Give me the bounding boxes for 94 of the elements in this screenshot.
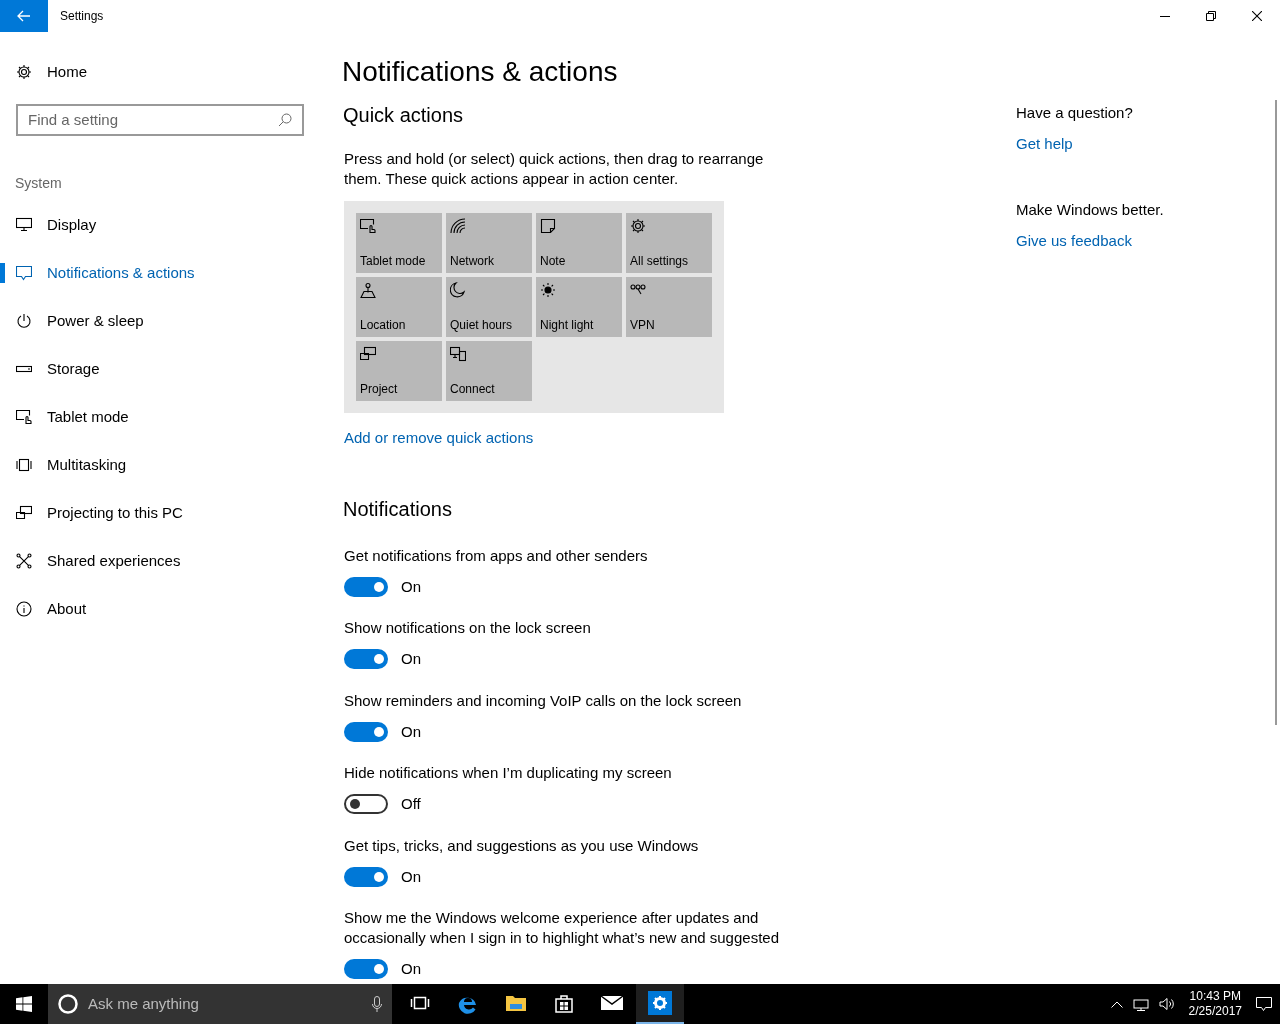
nav-item[interactable]: Multitasking	[0, 441, 320, 489]
quick-action-tile[interactable]: Note	[536, 213, 622, 273]
nav-item[interactable]: Shared experiences	[0, 537, 320, 585]
toggle-switch[interactable]	[344, 721, 388, 742]
windows-logo-icon	[16, 996, 32, 1012]
quick-action-tile[interactable]: VPN	[626, 277, 712, 337]
toggle-state: Off	[401, 794, 421, 814]
nav-item[interactable]: Storage	[0, 345, 320, 393]
projector-screens-icon	[360, 346, 376, 362]
multitasking-icon	[16, 457, 32, 473]
action-center-icon[interactable]	[1256, 996, 1272, 1012]
setting-label: Show me the Windows welcome experience after updates and occasionally when I sign in to highlight what’s new and suggested	[344, 908, 780, 948]
monitor-phone-icon	[450, 346, 466, 362]
tablet-touch-icon	[16, 409, 32, 425]
setting-label: Hide notifications when I’m duplicating my screen	[344, 763, 673, 783]
restore-icon	[1206, 11, 1216, 21]
quick-action-tile[interactable]: Project	[356, 341, 442, 401]
toggle-switch[interactable]	[344, 959, 388, 980]
toggle-switch[interactable]	[344, 649, 388, 670]
note-icon	[540, 218, 556, 234]
clock[interactable]: 10:43 PM 2/25/2017	[1184, 989, 1246, 1019]
toggle-state: On	[401, 866, 421, 887]
help-link[interactable]: Get help	[1016, 132, 1073, 155]
help-text: Have a question?	[1016, 103, 1133, 123]
nav-item[interactable]: Display	[0, 201, 320, 249]
quick-action-tile[interactable]: Network	[446, 213, 532, 273]
quick-action-tile[interactable]: Location	[356, 277, 442, 337]
section-heading: Quick actions	[343, 103, 465, 128]
selection-indicator	[0, 263, 5, 283]
help-link[interactable]: Give us feedback	[1016, 229, 1132, 252]
envelope-icon	[600, 995, 624, 1011]
tablet-touch-icon	[360, 218, 376, 234]
task-view-icon	[410, 995, 430, 1011]
network-icon[interactable]	[1132, 997, 1149, 1011]
gear-icon	[630, 218, 646, 234]
toggle-switch[interactable]	[344, 866, 388, 887]
setting-label: Show reminders and incoming VoIP calls on the lock screen	[344, 690, 743, 711]
cortana-search-field[interactable]: Ask me anything	[48, 984, 392, 1024]
moon-icon	[450, 282, 466, 298]
toggle-switch[interactable]	[344, 794, 388, 815]
window-title: Settings	[60, 8, 104, 25]
location-pin-icon	[360, 282, 376, 298]
nav-item[interactable]: Power & sleep	[0, 297, 320, 345]
description: Press and hold (or select) quick actions, then drag to rearrange them. These quick actions appear in action center.	[344, 149, 765, 189]
toggle-switch[interactable]	[344, 576, 388, 597]
section-heading: Notifications	[343, 496, 453, 522]
search-input[interactable]: Find a setting	[28, 108, 278, 132]
quick-action-tile[interactable]: All settings	[626, 213, 712, 273]
minimize-icon	[1160, 15, 1170, 17]
search-icon	[278, 113, 292, 127]
network-nodes-icon	[16, 553, 32, 569]
back-arrow-icon	[17, 10, 31, 22]
close-icon	[1252, 11, 1262, 21]
toggle-state: On	[401, 576, 421, 597]
add-remove-link[interactable]: Add or remove quick actions	[344, 427, 534, 450]
info-icon	[16, 601, 32, 617]
cortana-circle-icon	[58, 994, 78, 1014]
quick-action-tile[interactable]: Connect	[446, 341, 532, 401]
signal-bars-icon	[450, 218, 466, 234]
clock-time: 10:43 PM	[1189, 989, 1241, 1004]
microphone-icon	[372, 996, 382, 1012]
toggle-state: On	[401, 721, 421, 742]
help-text: Make Windows better.	[1016, 200, 1164, 220]
speech-bubble-icon	[16, 265, 32, 281]
setting-label: Show notifications on the lock screen	[344, 618, 592, 638]
back-button[interactable]	[0, 0, 48, 32]
clock-date: 2/25/2017	[1188, 1004, 1242, 1019]
folder-icon	[505, 994, 527, 1012]
projector-screens-icon	[16, 505, 32, 521]
quick-action-tile[interactable]: Quiet hours	[446, 277, 532, 337]
nav-item[interactable]: Notifications & actions	[0, 249, 320, 297]
setting-label: Get tips, tricks, and suggestions as you use Windows	[344, 835, 700, 856]
shopping-bag-icon	[554, 993, 574, 1013]
chevron-up-icon[interactable]	[1110, 1000, 1123, 1008]
volume-icon[interactable]	[1158, 997, 1175, 1011]
toggle-state: On	[401, 959, 421, 979]
power-icon	[16, 313, 32, 329]
taskbar-button[interactable]	[636, 984, 684, 1024]
cortana-search-input[interactable]: Ask me anything	[88, 992, 372, 1016]
setting-label: Get notifications from apps and other senders	[344, 545, 649, 566]
page-title: Notifications & actions	[342, 55, 619, 89]
home-link[interactable]: Home	[0, 52, 320, 92]
sun-icon	[540, 282, 556, 298]
gear-icon	[16, 64, 32, 80]
gear-icon	[648, 991, 672, 1015]
nav-item[interactable]: Tablet mode	[0, 393, 320, 441]
monitor-icon	[16, 217, 32, 233]
section-label: System	[15, 174, 63, 193]
toggle-state: On	[401, 649, 421, 669]
search-field[interactable]: Find a setting	[16, 104, 304, 136]
quick-action-tile[interactable]: Tablet mode	[356, 213, 442, 273]
nav-item[interactable]: About	[0, 585, 320, 633]
nav-item[interactable]: Projecting to this PC	[0, 489, 320, 537]
quick-action-tile[interactable]: Night light	[536, 277, 622, 337]
